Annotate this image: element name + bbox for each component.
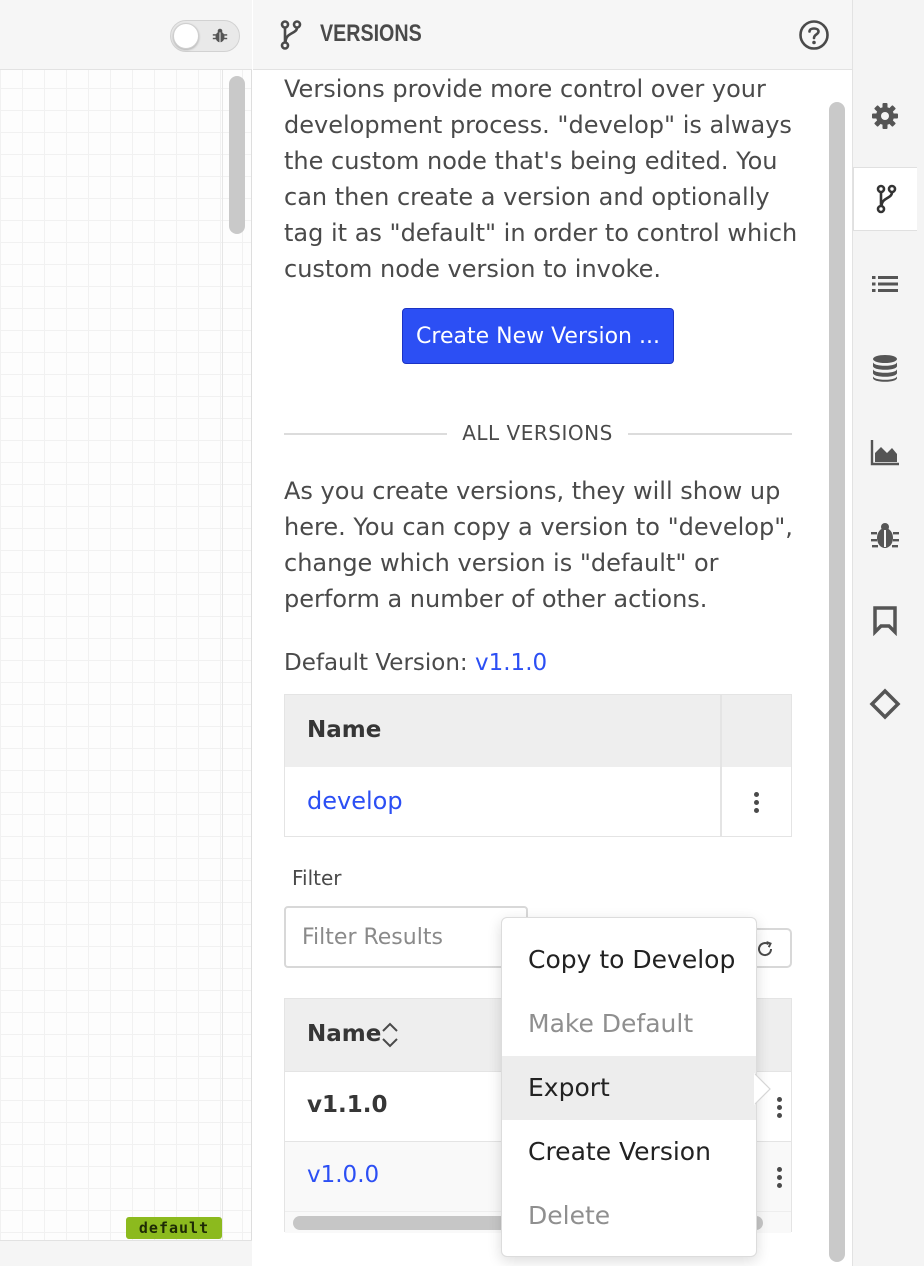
column-header-name: Name xyxy=(307,717,382,743)
panel-title: VERSIONS xyxy=(320,20,422,47)
filter-label: Filter xyxy=(292,866,342,890)
sidebar-item-settings[interactable] xyxy=(853,84,917,148)
version-name: v1.1.0 xyxy=(307,1092,388,1118)
refresh-icon xyxy=(758,941,773,957)
all-versions-heading: ALL VERSIONS xyxy=(462,421,613,445)
sidebar-item-versions[interactable] xyxy=(853,167,917,231)
canvas-footer xyxy=(0,1240,252,1266)
menu-item-export[interactable]: Export xyxy=(502,1056,756,1120)
menu-item-copy-to-develop[interactable]: Copy to Develop xyxy=(502,928,756,992)
divider xyxy=(628,433,792,435)
create-new-version-button[interactable]: Create New Version ... xyxy=(402,308,674,364)
default-badge: default xyxy=(126,1217,222,1239)
list-icon xyxy=(872,276,898,292)
panel-scrollbar[interactable] xyxy=(829,102,845,1262)
develop-table: Name develop xyxy=(284,694,792,837)
version-context-menu: Copy to Develop Make Default Export Crea… xyxy=(501,917,757,1257)
version-link[interactable]: v1.0.0 xyxy=(307,1162,379,1188)
sidebar-item-debug[interactable] xyxy=(853,504,917,568)
branch-icon xyxy=(876,184,896,214)
kebab-menu-icon[interactable] xyxy=(752,792,760,816)
filter-input[interactable] xyxy=(284,906,528,968)
help-icon[interactable] xyxy=(798,19,830,51)
sidebar-item-bookmark[interactable] xyxy=(853,588,917,652)
canvas-divider xyxy=(222,70,223,1240)
debug-toggle[interactable] xyxy=(170,20,240,52)
kebab-menu-icon[interactable] xyxy=(775,1097,783,1121)
canvas-header xyxy=(0,0,252,70)
default-version: Default Version: v1.1.0 xyxy=(284,650,547,676)
panel-header: VERSIONS xyxy=(253,0,852,70)
kebab-menu-icon[interactable] xyxy=(775,1167,783,1191)
sidebar-item-code[interactable] xyxy=(853,672,917,736)
column-divider xyxy=(720,695,722,836)
menu-pointer xyxy=(754,1073,771,1105)
gear-icon xyxy=(872,103,898,129)
right-sidebar xyxy=(852,0,924,1266)
sidebar-item-list[interactable] xyxy=(853,252,917,316)
toggle-knob xyxy=(173,23,199,49)
menu-item-create-version[interactable]: Create Version xyxy=(502,1120,756,1184)
database-icon xyxy=(873,355,897,382)
bookmark-icon xyxy=(873,606,897,636)
workflow-canvas[interactable]: default xyxy=(0,0,252,1266)
default-version-label: Default Version: xyxy=(284,650,468,676)
versions-help: As you create versions, they will show u… xyxy=(284,477,793,613)
column-header-name[interactable]: Name xyxy=(307,1021,381,1047)
bug-icon xyxy=(871,523,899,548)
bug-icon xyxy=(212,28,228,43)
table-header: Name xyxy=(285,695,791,767)
divider xyxy=(284,433,447,435)
code-icon xyxy=(869,688,901,720)
default-version-link[interactable]: v1.1.0 xyxy=(475,650,547,676)
sidebar-item-analytics[interactable] xyxy=(853,420,917,484)
versions-intro: Versions provide more control over your … xyxy=(284,75,798,283)
canvas-scrollbar[interactable] xyxy=(229,76,245,234)
menu-item-make-default: Make Default xyxy=(528,1009,694,1038)
chart-icon xyxy=(870,440,899,466)
sort-icon[interactable] xyxy=(380,1019,400,1051)
branch-icon xyxy=(280,20,302,50)
develop-link[interactable]: develop xyxy=(307,787,403,815)
menu-item-delete: Delete xyxy=(528,1201,611,1230)
sidebar-item-data[interactable] xyxy=(853,336,917,400)
